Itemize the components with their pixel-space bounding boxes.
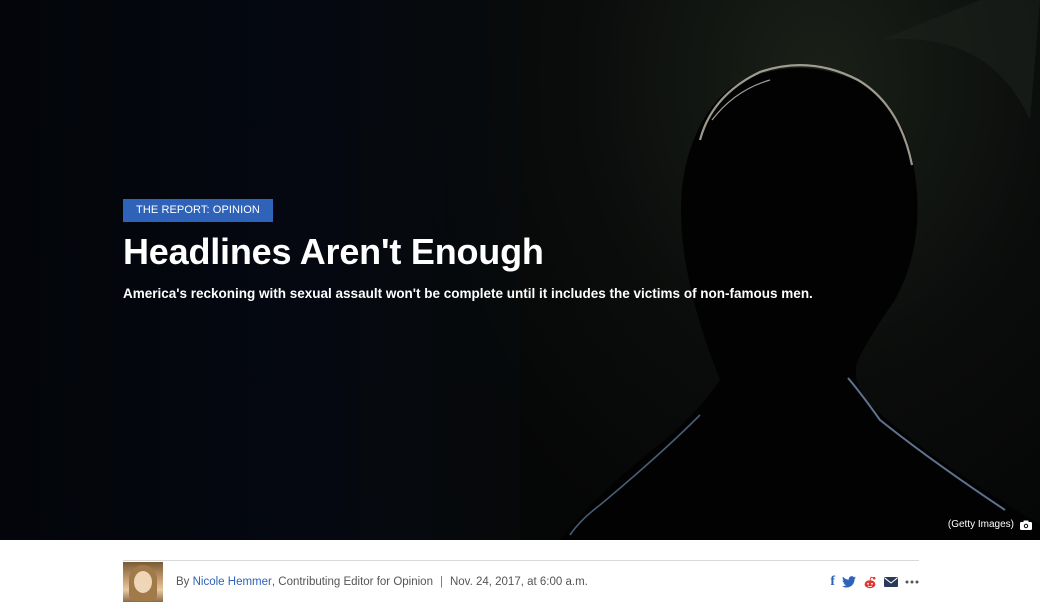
page-title: Headlines Aren't Enough (123, 231, 544, 272)
image-credit[interactable]: (Getty Images) (948, 519, 1032, 530)
reddit-icon[interactable] (863, 576, 877, 589)
more-icon[interactable] (905, 580, 919, 584)
publish-date: Nov. 24, 2017, at 6:00 a.m. (449, 576, 588, 588)
byline: By Nicole Hemmer, Contributing Editor fo… (176, 576, 588, 588)
byline-bar: By Nicole Hemmer, Contributing Editor fo… (123, 560, 919, 603)
image-credit-text: (Getty Images) (947, 519, 1014, 530)
share-toolbar: f (830, 574, 919, 590)
byline-prefix: By (176, 576, 190, 588)
hero-content: THE REPORT: OPINION Headlines Aren't Eno… (123, 199, 883, 303)
byline-separator: | (439, 576, 443, 588)
email-icon[interactable] (884, 577, 898, 587)
author-link[interactable]: Nicole Hemmer (193, 576, 272, 588)
section-badge[interactable]: THE REPORT: OPINION (123, 199, 273, 222)
hero-image: THE REPORT: OPINION Headlines Aren't Eno… (0, 0, 1040, 540)
article-dek: America's reckoning with sexual assault … (123, 286, 813, 301)
camera-icon (1020, 520, 1032, 530)
author-role: , Contributing Editor for Opinion (271, 576, 433, 588)
facebook-icon[interactable]: f (830, 574, 835, 590)
twitter-icon[interactable] (842, 576, 856, 588)
avatar[interactable] (123, 562, 163, 602)
